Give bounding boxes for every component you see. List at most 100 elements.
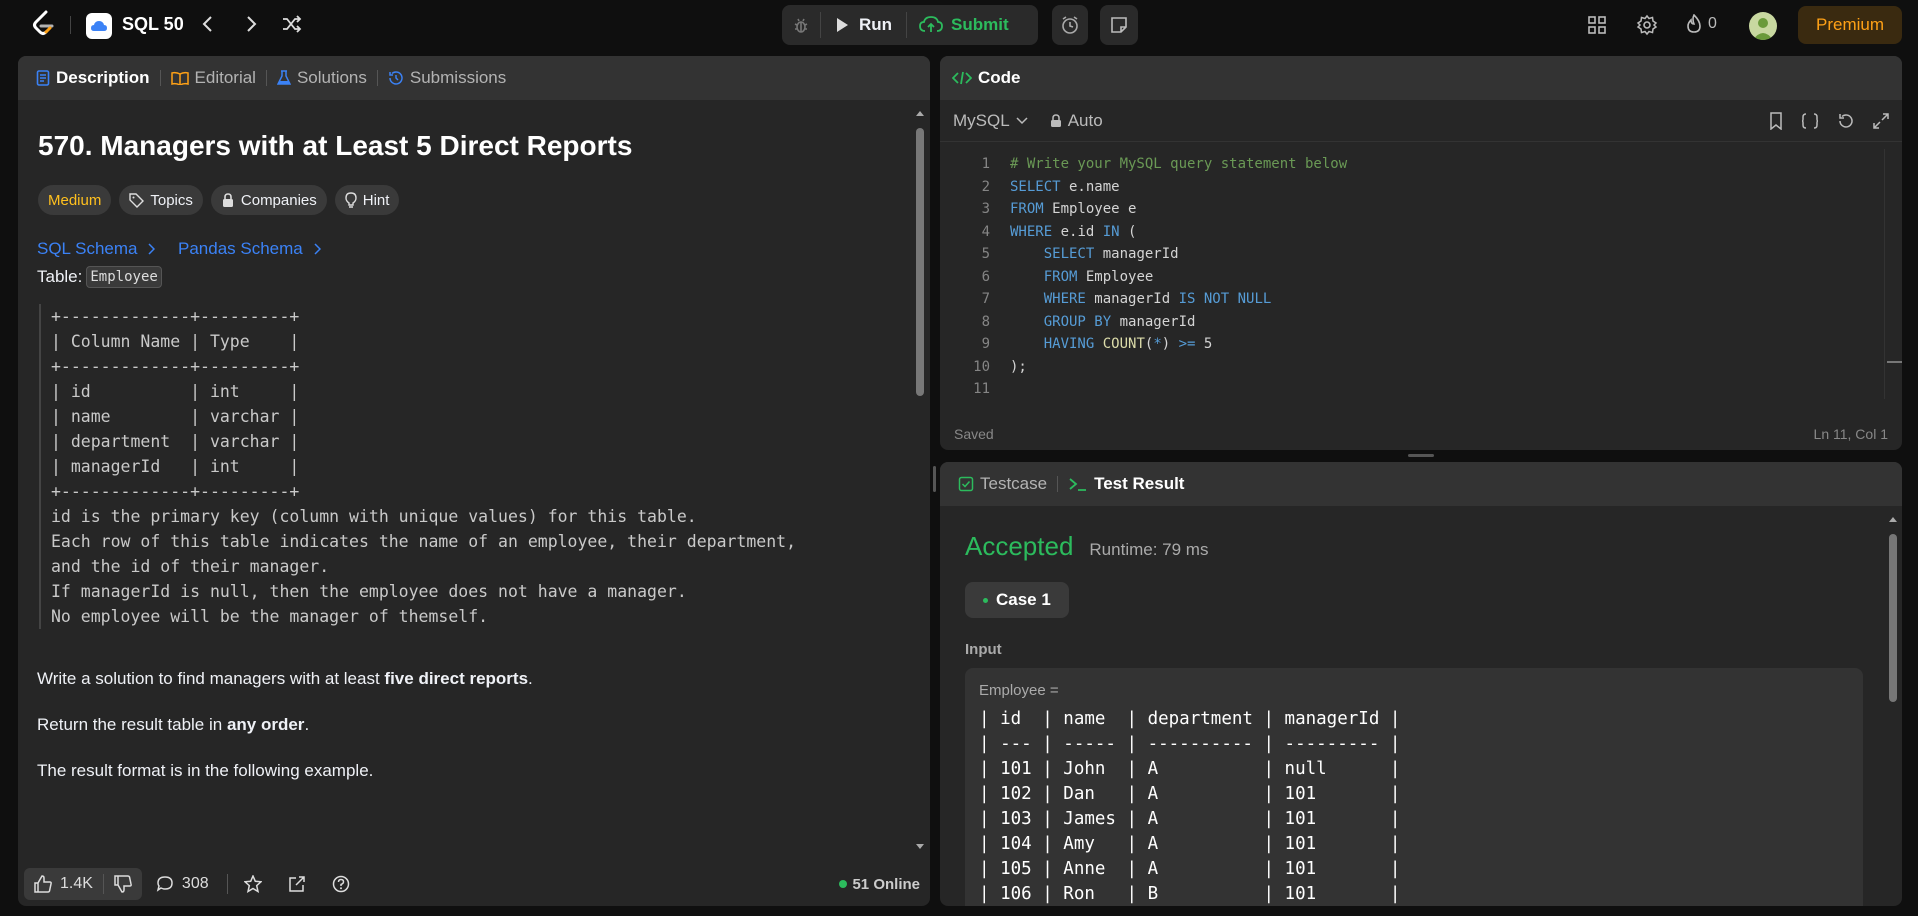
text: Write a solution to find managers with a… <box>37 669 385 688</box>
schema-line: | id | int | <box>51 382 300 401</box>
run-button[interactable]: Run <box>821 15 906 35</box>
tag-label: Hint <box>362 191 390 209</box>
settings-gear-icon[interactable] <box>1636 14 1658 36</box>
difficulty-label: Medium <box>48 191 102 209</box>
schema-lines: +-------------+---------+ | Column Name |… <box>51 304 859 629</box>
tab-editorial[interactable]: Editorial <box>165 68 262 88</box>
code-brackets-icon <box>952 70 972 86</box>
companies-tag[interactable]: Companies <box>210 185 327 215</box>
code-line: SELECT e.name <box>1010 178 1120 195</box>
result-scrollbar[interactable] <box>1886 514 1900 906</box>
cursor-position: Ln 11, Col 1 <box>1813 426 1888 442</box>
timer-button[interactable] <box>1052 5 1088 45</box>
premium-button[interactable]: Premium <box>1798 6 1902 44</box>
auto-mode[interactable]: Auto <box>1050 111 1103 131</box>
input-box: Employee = | id | name | department | ma… <box>965 668 1863 906</box>
result-tabs: Testcase Test Result <box>940 462 1902 506</box>
prev-problem-button[interactable] <box>200 14 216 34</box>
hint-tag[interactable]: Hint <box>334 185 400 215</box>
code-editor[interactable]: 1 2 3 4 5 6 7 8 9 10 11 # Write your MySQL query s… <box>940 149 1902 399</box>
scroll-up-icon[interactable] <box>913 108 927 118</box>
sql-schema-link[interactable]: SQL Schema <box>37 239 156 259</box>
like-button[interactable]: 1.4K <box>24 875 103 893</box>
pandas-schema-link[interactable]: Pandas Schema <box>178 239 321 259</box>
schema-line: and the id of their manager. <box>51 557 330 576</box>
table-row: | 101 | John | A | null | <box>979 759 1401 779</box>
shuffle-icon[interactable] <box>281 14 303 34</box>
vertical-splitter[interactable] <box>933 466 936 492</box>
thumbs-down-icon <box>114 875 132 893</box>
code-line: WHERE managerId IS NOT NULL <box>1043 291 1272 307</box>
mode-label: Auto <box>1067 110 1103 130</box>
notes-button[interactable] <box>1100 5 1138 45</box>
avatar[interactable] <box>1749 12 1777 40</box>
scrollbar-thumb[interactable] <box>916 128 924 396</box>
debug-button[interactable] <box>782 5 820 45</box>
dislike-button[interactable] <box>104 875 142 893</box>
streak-counter[interactable]: 0 <box>1686 14 1717 34</box>
divider <box>265 70 267 86</box>
case-1-tab[interactable]: Case 1 <box>965 582 1069 618</box>
schema-code-block: +-------------+---------+ | Column Name |… <box>39 304 859 629</box>
scroll-up-icon[interactable] <box>1886 514 1900 524</box>
share-icon[interactable] <box>288 875 306 893</box>
case-label: Case 1 <box>996 590 1051 609</box>
schema-line: id is the primary key (column with uniqu… <box>51 507 697 526</box>
leetcode-logo[interactable] <box>30 10 56 38</box>
cloud-upload-icon <box>919 16 943 34</box>
input-label: Input <box>965 641 1002 658</box>
table-row: | id | name | department | managerId | <box>979 709 1401 729</box>
tab-testcase[interactable]: Testcase <box>952 474 1053 494</box>
reset-icon[interactable] <box>1837 112 1855 130</box>
bookmark-icon[interactable] <box>1769 111 1783 130</box>
code-line: ); <box>1010 358 1027 375</box>
tab-label: Testcase <box>980 474 1048 493</box>
language-select[interactable]: MySQL <box>953 111 1028 131</box>
result-verdict: Accepted Runtime: 79 ms <box>965 531 1208 562</box>
table-row: | 105 | Anne | A | 101 | <box>979 859 1401 879</box>
problem-statement: Write a solution to find managers with a… <box>37 668 533 782</box>
problem-title[interactable]: 570. Managers with at Least 5 Direct Rep… <box>38 130 632 162</box>
text: . <box>304 715 310 734</box>
fullscreen-icon[interactable] <box>1873 112 1889 129</box>
statement-paragraph: Return the result table in any order. <box>37 714 533 736</box>
tab-description[interactable]: Description <box>30 68 156 88</box>
description-scrollbar[interactable] <box>913 108 927 852</box>
lock-icon <box>1050 113 1062 128</box>
scrollbar-thumb[interactable] <box>1889 534 1897 702</box>
format-braces-icon[interactable] <box>1801 112 1819 130</box>
code-line: SELECT managerId <box>1043 246 1179 262</box>
line-number: 5 <box>981 246 990 262</box>
tab-label: Test Result <box>1094 474 1185 493</box>
code-line: FROM Employee <box>1043 268 1154 285</box>
code-line: GROUP BY managerId <box>1043 313 1196 330</box>
table-row: | 102 | Dan | A | 101 | <box>979 784 1401 804</box>
horizontal-splitter[interactable] <box>1408 454 1434 457</box>
editor-scroll-marker <box>1884 149 1902 399</box>
layout-icon[interactable] <box>1587 15 1607 35</box>
scroll-down-icon[interactable] <box>913 842 927 852</box>
divider <box>1057 476 1059 492</box>
tab-test-result[interactable]: Test Result <box>1062 474 1190 494</box>
divider <box>159 70 161 86</box>
study-plan-title[interactable]: SQL 50 <box>122 14 184 35</box>
favorite-star-icon[interactable] <box>243 875 262 893</box>
comments-button[interactable]: 308 <box>156 875 209 893</box>
topics-tag[interactable]: Topics <box>119 185 203 215</box>
chevron-right-icon <box>313 243 321 255</box>
table-row: | --- | ----- | ---------- | --------- | <box>979 734 1401 754</box>
schema-line: | Column Name | Type | <box>51 332 300 351</box>
help-icon[interactable] <box>332 875 350 893</box>
table-row: | 103 | James | A | 101 | <box>979 809 1401 829</box>
verdict-label: Accepted <box>965 531 1074 561</box>
comment-icon <box>156 875 174 893</box>
runtime-label: Runtime: 79 ms <box>1089 540 1209 559</box>
tab-submissions[interactable]: Submissions <box>382 68 512 88</box>
next-problem-button[interactable] <box>243 14 259 34</box>
study-plan-icon[interactable] <box>86 13 112 39</box>
tab-solutions[interactable]: Solutions <box>271 68 373 88</box>
code-lines[interactable]: # Write your MySQL query statement below… <box>1010 153 1347 401</box>
submit-button[interactable]: Submit <box>907 15 1021 35</box>
like-count: 1.4K <box>60 875 93 892</box>
